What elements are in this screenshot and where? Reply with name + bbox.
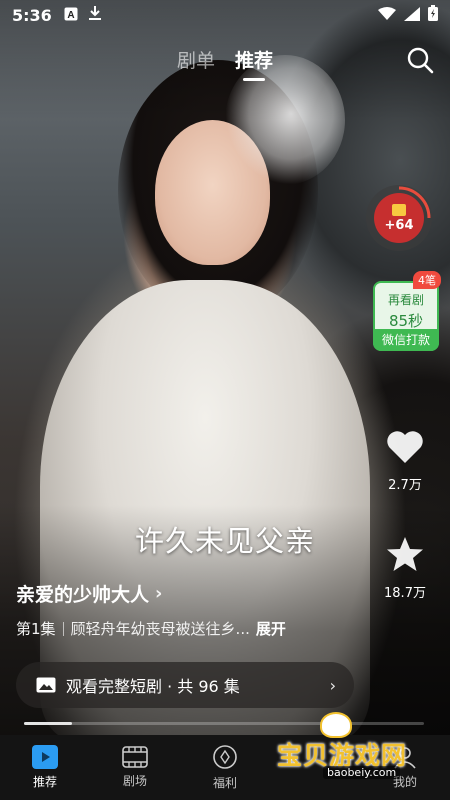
status-left-icons: A [64,5,102,25]
chevron-right-icon: › [329,675,336,695]
play-icon [32,745,58,769]
chevron-right-icon: › [155,583,163,604]
watch-full-series-button[interactable]: 观看完整短剧 · 共 96 集 › [16,662,354,708]
search-icon [407,47,434,74]
status-right-icons [378,5,438,25]
video-progress-fill [24,722,72,725]
battery-icon [428,5,438,25]
nav-label-recommend: 推荐 [32,775,57,789]
earn-card[interactable]: 4笔 再看剧 85秒 微信打款 [373,271,441,351]
svg-text:A: A [67,10,74,21]
site-watermark: 宝贝游戏网 baobeiy.com [275,712,425,788]
earn-line2: 85秒 [388,312,424,330]
status-time: 5:36 [12,5,52,25]
red-envelope-icon [392,203,406,216]
reward-badge: +64 [374,193,424,243]
episode-description: 顾轻舟年幼丧母被送往乡... [70,620,250,638]
show-title: 亲爱的少帅大人 [16,584,150,606]
heart-icon [387,431,423,463]
nav-label-theater: 剧场 [122,774,147,788]
film-icon [122,746,148,768]
nav-item-recommend[interactable]: 推荐 [0,735,90,800]
tab-playlist[interactable]: 剧单 [177,46,215,81]
series-icon [36,677,56,693]
show-title-link[interactable]: 亲爱的少帅大人 › [16,580,162,607]
favorite-count: 18.7万 [384,586,426,601]
expand-button[interactable]: 展开 [256,618,286,639]
earn-footer: 微信打款 [373,329,439,351]
earn-tag: 4笔 [413,271,441,289]
like-button[interactable]: 2.7万 [380,430,430,493]
video-progress-bar[interactable] [24,722,424,725]
episode-divider [62,621,64,636]
episode-line: 第1集 顾轻舟年幼丧母被送往乡... 展开 [16,618,286,639]
search-button[interactable] [406,46,434,74]
like-count: 2.7万 [388,478,422,493]
watermark-url: baobeiy.com [323,766,401,779]
wifi-icon [378,6,396,25]
nav-item-benefits[interactable]: 福利 [180,735,270,800]
episode-number: 第1集 [16,620,56,638]
top-tabs: 剧单 推荐 [0,46,450,81]
coin-icon [213,745,237,769]
text-a-icon: A [64,6,78,25]
nav-item-theater[interactable]: 剧场 [90,735,180,800]
signal-icon [404,6,420,25]
earn-line1: 再看剧 [387,293,424,307]
status-bar: 5:36 A [0,0,450,30]
video-subtitle: 许久未见父亲 [134,524,315,558]
reward-timer-button[interactable]: +64 [366,185,432,251]
nav-label-benefits: 福利 [212,776,237,790]
download-icon [88,5,102,25]
watch-full-label: 观看完整短剧 · 共 96 集 [66,677,240,696]
mascot-icon [320,712,352,738]
reward-value: +64 [384,217,414,233]
tab-recommend[interactable]: 推荐 [235,46,273,81]
